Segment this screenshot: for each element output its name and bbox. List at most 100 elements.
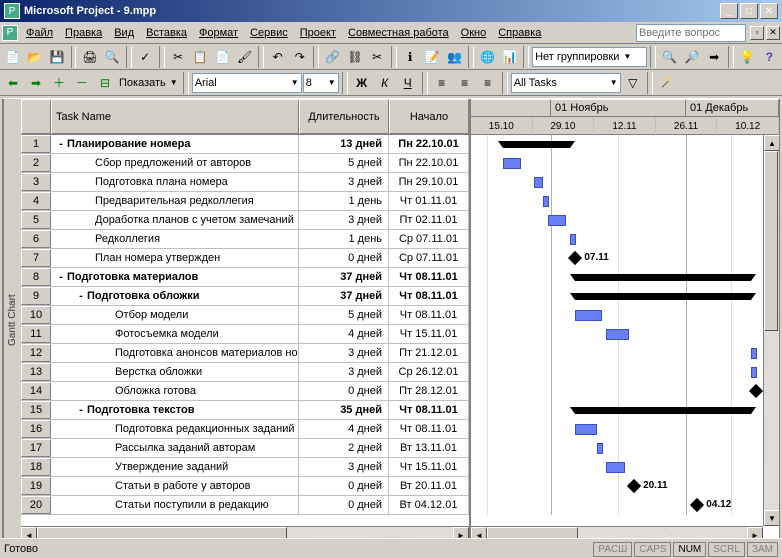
- unlink-button[interactable]: ⛓: [344, 46, 365, 68]
- row-id[interactable]: 19: [21, 477, 51, 495]
- wizard-button[interactable]: 💡: [737, 46, 758, 68]
- cell-duration[interactable]: 5 дней: [299, 306, 389, 324]
- minimize-button[interactable]: _: [720, 3, 738, 19]
- row-id[interactable]: 20: [21, 496, 51, 514]
- outdent-button[interactable]: ⬅: [2, 72, 24, 94]
- cell-task-name[interactable]: Рассылка заданий авторам: [51, 439, 299, 457]
- cell-task-name[interactable]: - Подготовка материалов: [51, 268, 299, 286]
- task-bar[interactable]: [570, 234, 576, 245]
- table-row[interactable]: 20Статьи поступили в редакцию0 днейВт 04…: [21, 496, 469, 515]
- gantt-row[interactable]: [471, 154, 779, 173]
- print-button[interactable]: 🖨: [79, 46, 100, 68]
- align-left-button[interactable]: ≡: [431, 72, 453, 94]
- menu-tools[interactable]: Сервис: [244, 25, 294, 41]
- cell-duration[interactable]: 37 дней: [299, 268, 389, 286]
- row-id[interactable]: 2: [21, 154, 51, 172]
- cell-task-name[interactable]: Отбор модели: [51, 306, 299, 324]
- redo-button[interactable]: ↷: [289, 46, 310, 68]
- menu-project[interactable]: Проект: [294, 25, 342, 41]
- cell-start[interactable]: Чт 15.11.01: [389, 325, 469, 343]
- task-bar[interactable]: [606, 329, 629, 340]
- cell-start[interactable]: Чт 08.11.01: [389, 401, 469, 419]
- gantt-wizard-button[interactable]: 🪄: [656, 72, 678, 94]
- cell-task-name[interactable]: - Планирование номера: [51, 135, 299, 153]
- row-id[interactable]: 16: [21, 420, 51, 438]
- cell-task-name[interactable]: Обложка готова: [51, 382, 299, 400]
- table-row[interactable]: 10Отбор модели5 днейЧт 08.11.01: [21, 306, 469, 325]
- row-id[interactable]: 14: [21, 382, 51, 400]
- gantt-row[interactable]: [471, 363, 779, 382]
- summary-bar[interactable]: [575, 293, 751, 300]
- cell-start[interactable]: Чт 08.11.01: [389, 420, 469, 438]
- goto-task-button[interactable]: ➡: [704, 46, 725, 68]
- cell-duration[interactable]: 1 день: [299, 192, 389, 210]
- gantt-row[interactable]: [471, 211, 779, 230]
- cell-start[interactable]: Вт 20.11.01: [389, 477, 469, 495]
- new-button[interactable]: 📄: [2, 46, 23, 68]
- cell-task-name[interactable]: Утверждение заданий: [51, 458, 299, 476]
- cell-duration[interactable]: 0 дней: [299, 496, 389, 514]
- cell-start[interactable]: Чт 08.11.01: [389, 268, 469, 286]
- cell-duration[interactable]: 3 дней: [299, 211, 389, 229]
- menu-window[interactable]: Окно: [455, 25, 493, 41]
- cell-task-name[interactable]: Подготовка плана номера: [51, 173, 299, 191]
- table-row[interactable]: 19Статьи в работе у авторов0 днейВт 20.1…: [21, 477, 469, 496]
- cell-task-name[interactable]: Редколлегия: [51, 230, 299, 248]
- gantt-row[interactable]: [471, 458, 779, 477]
- row-id[interactable]: 5: [21, 211, 51, 229]
- menu-edit[interactable]: Правка: [59, 25, 108, 41]
- column-header-duration[interactable]: Длительность: [299, 99, 389, 134]
- grid-body[interactable]: 1- Планирование номера13 днейПн 22.10.01…: [21, 135, 469, 526]
- cell-task-name[interactable]: Фотосъемка модели: [51, 325, 299, 343]
- cell-start[interactable]: Пн 29.10.01: [389, 173, 469, 191]
- split-button[interactable]: ✂: [367, 46, 388, 68]
- task-bar[interactable]: [503, 158, 521, 169]
- copy-button[interactable]: 📋: [190, 46, 211, 68]
- close-button[interactable]: ✕: [760, 3, 778, 19]
- cell-start[interactable]: Вт 13.11.01: [389, 439, 469, 457]
- gantt-row[interactable]: 20.11: [471, 477, 779, 496]
- cell-duration[interactable]: 4 дней: [299, 420, 389, 438]
- gantt-row[interactable]: [471, 382, 779, 401]
- table-row[interactable]: 13Верстка обложки3 днейСр 26.12.01: [21, 363, 469, 382]
- row-id[interactable]: 4: [21, 192, 51, 210]
- scroll-up-button[interactable]: ▲: [764, 135, 779, 151]
- table-row[interactable]: 11Фотосъемка модели4 днейЧт 15.11.01: [21, 325, 469, 344]
- cell-start[interactable]: Пн 22.10.01: [389, 154, 469, 172]
- italic-button[interactable]: К: [374, 72, 396, 94]
- table-row[interactable]: 7План номера утвержден0 днейСр 07.11.01: [21, 249, 469, 268]
- grouping-dropdown[interactable]: Нет группировки▼: [532, 47, 647, 67]
- cell-task-name[interactable]: Статьи поступили в редакцию: [51, 496, 299, 514]
- view-bar[interactable]: Gantt Chart: [3, 99, 21, 542]
- cell-start[interactable]: Чт 15.11.01: [389, 458, 469, 476]
- gantt-row[interactable]: [471, 306, 779, 325]
- milestone-icon[interactable]: [690, 498, 704, 512]
- table-row[interactable]: 16Подготовка редакционных заданий4 днейЧ…: [21, 420, 469, 439]
- cell-task-name[interactable]: Предварительная редколлегия: [51, 192, 299, 210]
- open-button[interactable]: 📂: [24, 46, 45, 68]
- cell-duration[interactable]: 2 дней: [299, 439, 389, 457]
- cell-duration[interactable]: 35 дней: [299, 401, 389, 419]
- gantt-row[interactable]: [471, 325, 779, 344]
- maximize-button[interactable]: □: [740, 3, 758, 19]
- table-row[interactable]: 6Редколлегия1 деньСр 07.11.01: [21, 230, 469, 249]
- align-center-button[interactable]: ≡: [454, 72, 476, 94]
- indent-button[interactable]: ➡: [25, 72, 47, 94]
- gantt-row[interactable]: [471, 401, 779, 420]
- table-row[interactable]: 9- Подготовка обложки37 днейЧт 08.11.01: [21, 287, 469, 306]
- cell-duration[interactable]: 13 дней: [299, 135, 389, 153]
- save-button[interactable]: 💾: [46, 46, 67, 68]
- task-bar[interactable]: [534, 177, 543, 188]
- font-dropdown[interactable]: Arial▼: [192, 73, 302, 93]
- row-id[interactable]: 11: [21, 325, 51, 343]
- align-right-button[interactable]: ≡: [477, 72, 499, 94]
- gantt-row[interactable]: 07.11: [471, 249, 779, 268]
- cell-duration[interactable]: 0 дней: [299, 249, 389, 267]
- gantt-timescale[interactable]: 01 Ноябрь 01 Декабрь 15.1029.1012.1126.1…: [471, 99, 779, 135]
- cell-start[interactable]: Пт 02.11.01: [389, 211, 469, 229]
- cell-duration[interactable]: 1 день: [299, 230, 389, 248]
- summary-bar[interactable]: [575, 407, 751, 414]
- table-row[interactable]: 18Утверждение заданий3 днейЧт 15.11.01: [21, 458, 469, 477]
- cell-start[interactable]: Чт 08.11.01: [389, 306, 469, 324]
- notes-button[interactable]: 📝: [422, 46, 443, 68]
